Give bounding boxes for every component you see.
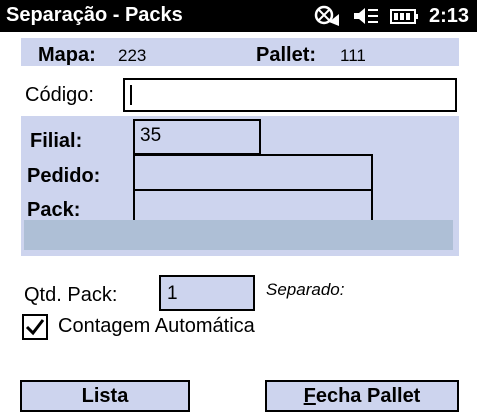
qtd-pack-input[interactable]: 1 — [159, 275, 255, 311]
battery-icon[interactable] — [389, 4, 419, 28]
qtd-pack-label: Qtd. Pack: — [24, 284, 118, 306]
fecha-pallet-button[interactable]: Fecha Pallet — [265, 380, 459, 412]
pack-label: Pack: — [27, 199, 81, 221]
status-strip — [24, 220, 453, 250]
fecha-pallet-mnemonic: F — [303, 385, 316, 407]
fecha-pallet-label: echa Pallet — [315, 385, 421, 407]
separado-label: Separado: — [266, 280, 345, 299]
mapa-label: Mapa: — [38, 44, 96, 66]
pallet-label: Pallet: — [256, 44, 317, 66]
app-title: Separação - Packs — [6, 4, 183, 26]
filial-label: Filial: — [30, 130, 83, 152]
connectivity-icon[interactable] — [313, 4, 343, 28]
pedido-field[interactable] — [133, 154, 373, 191]
text-caret — [130, 85, 132, 105]
pallet-value: 111 — [340, 46, 366, 65]
codigo-input[interactable] — [123, 78, 457, 112]
contagem-label[interactable]: Contagem Automática — [58, 315, 255, 338]
filial-field[interactable]: 35 — [133, 119, 261, 155]
lista-button[interactable]: Lista — [20, 380, 190, 412]
checkmark-icon — [25, 319, 45, 336]
mapa-value: 223 — [118, 46, 147, 65]
title-bar: Separação - Packs 2:13 — [0, 0, 477, 32]
clock: 2:13 — [428, 4, 469, 27]
status-icons: 2:13 — [313, 4, 469, 28]
pedido-label: Pedido: — [27, 165, 101, 187]
contagem-checkbox[interactable] — [22, 314, 48, 340]
volume-icon[interactable] — [353, 4, 379, 28]
codigo-label: Código: — [25, 84, 94, 106]
